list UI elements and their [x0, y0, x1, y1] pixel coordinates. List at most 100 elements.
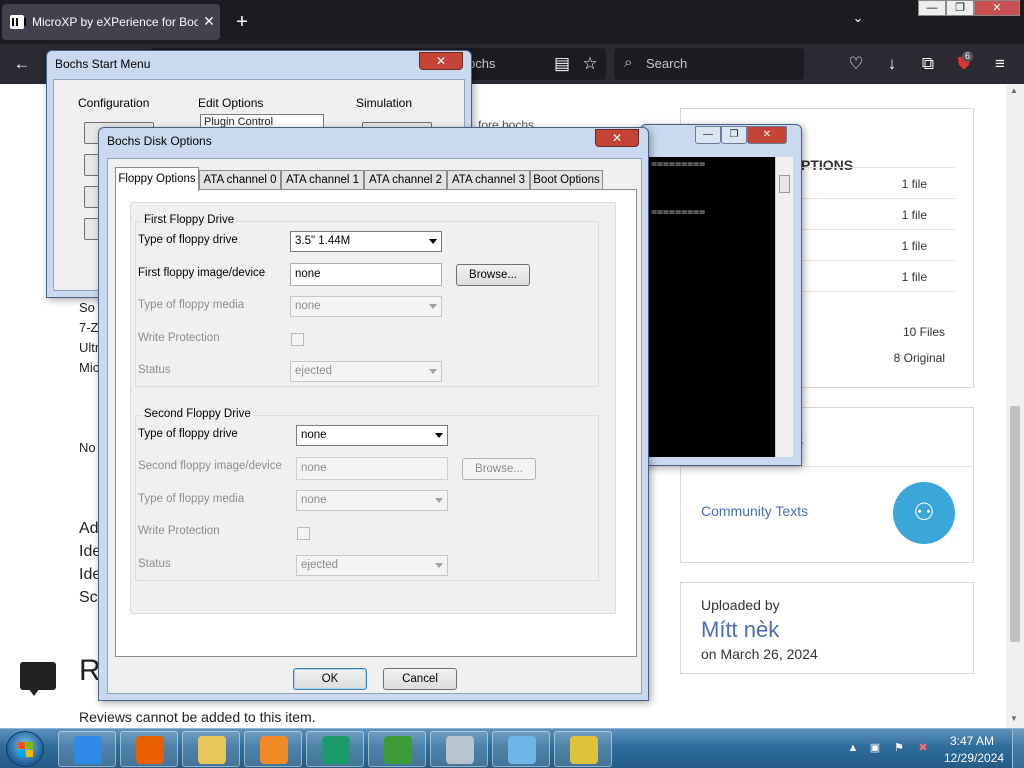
archive-favicon-icon	[10, 15, 26, 29]
taskbar-app-internet-explorer[interactable]	[58, 731, 116, 767]
first-media-select[interactable]: none	[290, 296, 442, 317]
second-write-protection-checkbox[interactable]	[297, 527, 310, 540]
second-write-protection-label: Write Protection	[138, 525, 220, 537]
bochs-disk-options-dialog: Bochs Disk Options ✕ Floppy Options ATA …	[98, 127, 649, 701]
app-blue-icon	[508, 736, 536, 764]
pocket-icon[interactable]: ♡	[844, 52, 868, 76]
extensions-icon[interactable]: ⧉	[916, 52, 940, 76]
reader-view-icon[interactable]: ▤	[550, 52, 574, 76]
tab-title: MicroXP by eXPerience for Boch	[32, 15, 198, 29]
start-orb-icon[interactable]	[6, 731, 44, 767]
back-arrow-icon[interactable]: ←	[10, 52, 34, 76]
first-status-select[interactable]: ejected	[290, 361, 442, 382]
first-type-select[interactable]: 3.5" 1.44M	[290, 231, 442, 252]
uploader-name-link[interactable]: Mítt nèk	[701, 617, 779, 643]
metadata-fragment: Sc	[79, 589, 98, 606]
total-files-link[interactable]: 10 Files	[903, 325, 945, 339]
file-explorer-icon	[198, 736, 226, 764]
menu-hamburger-icon[interactable]: ≡	[988, 52, 1012, 76]
taskbar-app-download-manager[interactable]	[368, 731, 426, 767]
first-media-label: Type of floppy media	[138, 299, 245, 311]
network-icon[interactable]: ▣	[868, 741, 882, 755]
edit-options-group-label: Edit Options	[198, 96, 264, 110]
media-player-icon	[260, 736, 288, 764]
host-close-button[interactable]: ✕	[974, 0, 1020, 16]
metadata-fragment: Ad	[79, 520, 99, 537]
taskbar-app-bochs[interactable]	[554, 731, 612, 767]
second-media-label: Type of floppy media	[138, 493, 245, 505]
tab-close-icon[interactable]: ✕	[200, 11, 218, 31]
second-image-input[interactable]: none	[296, 457, 448, 480]
start-menu-close-button[interactable]: ✕	[419, 52, 463, 70]
taskbar-app-firefox[interactable]	[120, 731, 178, 767]
tab-ata-channel-1[interactable]: ATA channel 1	[281, 170, 364, 190]
description-fragment: No	[79, 440, 96, 455]
dropdown-arrow-icon	[429, 239, 437, 244]
taskbar-app-app-blue[interactable]	[492, 731, 550, 767]
bochs-icon	[570, 736, 598, 764]
tab-floppy-options[interactable]: Floppy Options	[115, 167, 199, 191]
scrollbar-thumb[interactable]	[1010, 406, 1020, 642]
scroll-up-arrow-icon[interactable]: ▲	[1010, 86, 1018, 95]
console-minimize-button[interactable]: —	[695, 126, 721, 144]
tab-ata-channel-2[interactable]: ATA channel 2	[364, 170, 447, 190]
taskbar-app-file-explorer[interactable]	[182, 731, 240, 767]
dialog-close-button[interactable]: ✕	[595, 129, 639, 147]
reviews-disabled-message: Reviews cannot be added to this item.	[79, 709, 316, 725]
floppy-options-panel: First Floppy Drive Type of floppy drive …	[115, 189, 637, 657]
console-restore-button[interactable]: ❐	[721, 126, 747, 144]
browser-tab[interactable]: MicroXP by eXPerience for Boch ✕	[2, 4, 220, 40]
downloads-icon[interactable]: ↓	[880, 52, 904, 76]
first-floppy-legend: First Floppy Drive	[142, 214, 237, 226]
volume-muted-icon[interactable]: ✖	[916, 741, 930, 755]
show-desktop-button[interactable]	[1012, 729, 1024, 768]
uploaded-by-label: Uploaded by	[701, 597, 780, 613]
list-all-tabs-icon[interactable]: ⌄	[846, 10, 870, 34]
cancel-button[interactable]: Cancel	[383, 668, 457, 690]
search-icon: ⌕	[624, 54, 633, 71]
extension-badge: 6	[962, 51, 974, 62]
scroll-down-arrow-icon[interactable]: ▼	[1010, 714, 1018, 723]
page-scrollbar[interactable]: ▲ ▼	[1006, 84, 1024, 728]
tab-boot-options[interactable]: Boot Options	[530, 170, 603, 190]
dropdown-arrow-icon	[435, 498, 443, 503]
configuration-group-label: Configuration	[78, 96, 150, 110]
new-tab-button[interactable]: +	[230, 10, 254, 34]
search-input[interactable]: ⌕ Search	[614, 48, 804, 80]
action-center-flag-icon[interactable]: ⚑	[892, 741, 906, 755]
bookmark-star-icon[interactable]: ☆	[578, 52, 602, 76]
second-browse-button[interactable]: Browse...	[462, 458, 536, 480]
second-type-select[interactable]: none	[296, 425, 448, 446]
dropdown-arrow-icon	[429, 304, 437, 309]
tab-ata-channel-3[interactable]: ATA channel 3	[447, 170, 530, 190]
taskbar-app-app-green[interactable]	[306, 731, 364, 767]
clock-time[interactable]: 3:47 AM	[950, 734, 994, 748]
dropdown-arrow-icon	[429, 369, 437, 374]
description-fragment: Mic	[79, 360, 100, 375]
console-scroll-thumb[interactable]	[779, 175, 790, 193]
tab-ata-channel-0[interactable]: ATA channel 0	[199, 170, 281, 190]
first-write-protection-checkbox[interactable]	[291, 333, 304, 346]
second-floppy-group: Second Floppy Drive Type of floppy drive…	[135, 408, 599, 581]
second-floppy-legend: Second Floppy Drive	[142, 408, 253, 420]
taskbar-app-media-player[interactable]	[244, 731, 302, 767]
console-close-button[interactable]: ✕	[747, 126, 787, 144]
show-hidden-icons-icon[interactable]: ▲	[846, 741, 860, 755]
second-media-select[interactable]: none	[296, 490, 448, 511]
start-menu-title: Bochs Start Menu	[55, 57, 151, 71]
host-minimize-button[interactable]: —	[918, 0, 946, 16]
clock-date[interactable]: 12/29/2024	[944, 751, 1004, 765]
first-image-input[interactable]: none	[290, 263, 442, 286]
taskbar-app-computer[interactable]	[430, 731, 488, 767]
ok-button[interactable]: OK	[293, 668, 367, 690]
host-restore-button[interactable]: ❐	[946, 0, 974, 16]
original-files-link[interactable]: 8 Original	[894, 351, 945, 365]
community-people-icon[interactable]: ⚇	[893, 482, 955, 544]
second-status-select[interactable]: ejected	[296, 555, 448, 576]
first-image-label: First floppy image/device	[138, 267, 266, 279]
console-scrollbar[interactable]	[775, 157, 793, 457]
simulation-group-label: Simulation	[356, 96, 413, 110]
dropdown-arrow-icon	[435, 433, 443, 438]
community-texts-link[interactable]: Community Texts	[701, 503, 808, 519]
first-browse-button[interactable]: Browse...	[456, 264, 530, 286]
